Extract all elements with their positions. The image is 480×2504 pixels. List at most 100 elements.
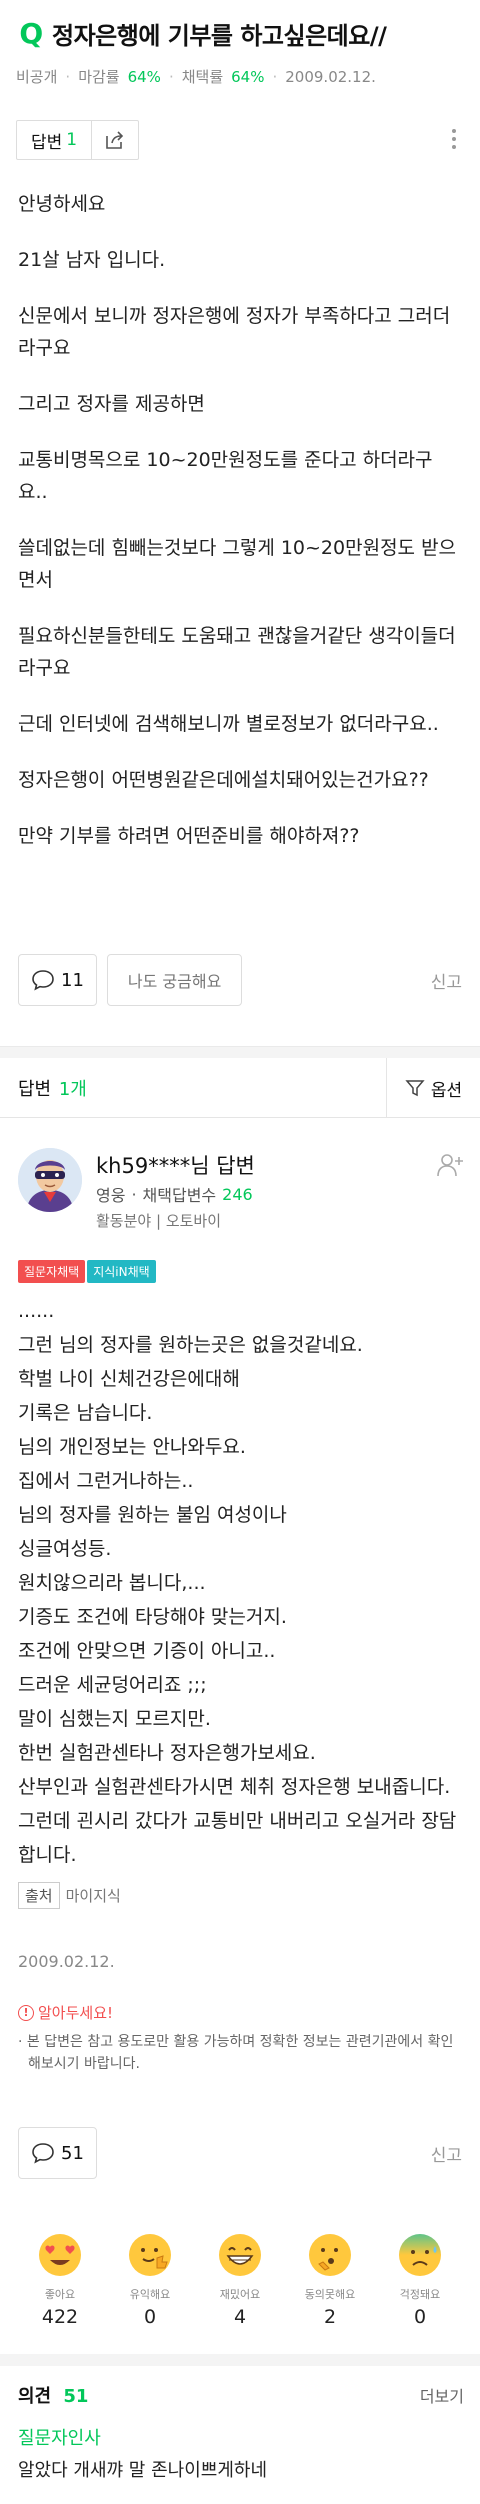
- opinions-label: 의견: [18, 2386, 52, 2407]
- reaction-count: 0: [143, 2306, 157, 2328]
- question-toolbar: 답변 1: [16, 118, 464, 162]
- heart-eyes-icon: [39, 2234, 81, 2276]
- meta-dot: ·: [65, 67, 71, 86]
- answer-body: ...... 그런 님의 정자를 원하는곳은 없을것같네요. 학벌 나이 신체건강은…: [18, 1294, 464, 1872]
- question-actions: 11 나도 궁금해요 신고: [18, 953, 462, 1007]
- answer-line: 기록은 남습니다.: [18, 1402, 153, 1424]
- share-button[interactable]: [92, 121, 138, 159]
- adopt-rate: 64%: [231, 67, 265, 86]
- opinions-count: 51: [63, 2386, 89, 2407]
- question-paragraph: 만약 기부를 하려면 어떤준비를 해야하져??: [18, 825, 360, 847]
- section-divider: [0, 2354, 480, 2366]
- notice-title-text: 알아두세요!: [38, 2004, 114, 2022]
- question-paragraph: 정자은행이 어떤병원같은데에설치돼어있는건가요??: [18, 769, 429, 791]
- answer-button[interactable]: 답변 1: [17, 121, 93, 159]
- reaction-count: 2: [323, 2306, 337, 2328]
- comment-text: 알았다 개새꺄 말 존나이쁘게하네: [18, 2460, 268, 2481]
- question-paragraph: 필요하신분들한테도 도움돼고 괜찮을거같단 생각이들더라구요: [18, 625, 456, 679]
- options-button[interactable]: 옵션: [386, 1058, 480, 1118]
- question-date: 2009.02.12.: [285, 67, 376, 86]
- notice-title: ! 알아두세요!: [18, 2002, 462, 2023]
- answer-line: 학벌 나이 신체건강은에대해: [18, 1368, 240, 1390]
- thumbs-up-face-icon: [129, 2234, 171, 2276]
- question-paragraph: 쓸데없는데 힘빼는것보다 그렇게 10~20만원정도 받으면서: [18, 537, 457, 591]
- adopt-count: 246: [222, 1184, 253, 1204]
- answer-line: 원치않으리라 봅니다,...: [18, 1572, 206, 1594]
- reaction-like[interactable]: 좋아요 422: [20, 2232, 100, 2328]
- answer-actions: 51 신고: [18, 2126, 462, 2180]
- avatar[interactable]: [18, 1148, 82, 1212]
- reaction-label: 걱정돼요: [399, 2288, 441, 2301]
- question-paragraph: 근데 인터넷에 검색해보니까 별로정보가 없더라구요..: [18, 713, 439, 735]
- question-paragraph: 교통비명목으로 10~20만원정도를 준다고 하더라구요..: [18, 449, 433, 503]
- filter-icon: [405, 1080, 425, 1097]
- source-label: 출처: [18, 1882, 60, 1909]
- answer-share-group: 답변 1: [16, 120, 140, 160]
- notice-box: ! 알아두세요! · 본 답변은 참고 용도로만 활용 가능하며 정확한 정보는…: [18, 2002, 462, 2075]
- question-report-link[interactable]: 신고: [431, 968, 462, 993]
- reaction-worried[interactable]: 걱정돼요 0: [380, 2232, 460, 2328]
- opinions-header: 의견 51 더보기: [18, 2380, 464, 2410]
- question-body: 안녕하세요 21살 남자 입니다. 신문에서 보니까 정자은행에 정자가 부족하다고…: [18, 188, 462, 876]
- close-rate: 64%: [127, 67, 161, 86]
- question-header: Q 정자은행에 기부를 하고싶은데요//: [16, 16, 464, 51]
- section-divider: [0, 1046, 480, 1058]
- answer-line: 님의 정자를 원하는 불임 여성이나: [18, 1504, 287, 1526]
- reaction-count: 4: [233, 2306, 247, 2328]
- question-comment-button[interactable]: 11: [18, 954, 97, 1006]
- answer-comment-button[interactable]: 51: [18, 2127, 97, 2179]
- source-value: 마이지식: [65, 1887, 121, 1905]
- thinking-face-icon: [309, 2234, 351, 2276]
- meta-dot: ·: [168, 67, 174, 86]
- answer-button-label: 답변: [31, 132, 63, 153]
- answers-header: 답변 1개 옵션: [0, 1058, 480, 1118]
- alert-icon: !: [18, 2004, 34, 2021]
- opinions-title: 의견 51: [18, 2382, 88, 2408]
- reaction-label: 좋아요: [44, 2288, 76, 2301]
- answers-count: 1개: [58, 1078, 87, 1100]
- close-rate-label: 마감률: [78, 68, 120, 86]
- answer-count: 1: [66, 130, 78, 150]
- answer-report-link[interactable]: 신고: [431, 2141, 462, 2166]
- notice-text: · 본 답변은 참고 용도로만 활용 가능하며 정확한 정보는 관련기관에서 확…: [18, 2034, 454, 2072]
- grin-icon: [219, 2234, 261, 2276]
- opinions-more-link[interactable]: 더보기: [420, 2383, 464, 2407]
- reaction-disagree[interactable]: 동의못해요 2: [290, 2232, 370, 2328]
- reaction-funny[interactable]: 재밌어요 4: [200, 2232, 280, 2328]
- adopt-count-label: 채택답변수: [142, 1186, 217, 1205]
- answer-author[interactable]: kh59****님 답변: [96, 1150, 255, 1180]
- meta-dot: ·: [272, 67, 278, 86]
- answers-count-title: 답변 1개: [18, 1075, 87, 1101]
- info-dot: ·: [131, 1184, 137, 1204]
- answer-line: 님의 개인정보는 안나와두요.: [18, 1436, 246, 1458]
- visibility-label: 비공개: [16, 68, 58, 86]
- answer-line: 말이 심했는지 모르지만.: [18, 1708, 211, 1730]
- field-value[interactable]: 오토바이: [166, 1212, 221, 1230]
- question-paragraph: 그리고 정자를 제공하면: [18, 393, 205, 415]
- kin-choice-badge: 지식iN채택: [87, 1260, 156, 1283]
- question-paragraph: 신문에서 보니까 정자은행에 정자가 부족하다고 그러더라구요: [18, 305, 451, 359]
- me-too-curious-button[interactable]: 나도 궁금해요: [106, 954, 243, 1006]
- adopt-rate-label: 채택률: [181, 68, 224, 86]
- worried-face-icon: [399, 2234, 441, 2276]
- comment-icon: [32, 970, 54, 991]
- reaction-bar: 좋아요 422 유익해요 0 재밌어요 4 동의못해요 2 걱정돼요 0: [20, 2232, 460, 2328]
- asker-choice-badge: 질문자채택: [18, 1260, 86, 1283]
- more-options-icon[interactable]: [444, 124, 464, 154]
- question-title: Q 정자은행에 기부를 하고싶은데요//: [16, 16, 464, 51]
- answer-line: 집에서 그런거나하는..: [18, 1470, 194, 1492]
- author-field: 활동분야 | 오토바이: [96, 1210, 221, 1231]
- options-label: 옵션: [430, 1080, 463, 1101]
- share-icon: [106, 131, 124, 149]
- follow-user-button[interactable]: [436, 1152, 464, 1178]
- reaction-label: 동의못해요: [304, 2288, 356, 2301]
- answer-line: 그런 님의 정자를 원하는곳은 없을것같네요.: [18, 1334, 363, 1356]
- answer-line: 산부인과 실험관센타가시면 체취 정자은행 보내줍니다.: [18, 1776, 451, 1798]
- field-label: 활동분야: [96, 1212, 152, 1230]
- reaction-useful[interactable]: 유익해요 0: [110, 2232, 190, 2328]
- answer-comment-count: 51: [61, 2142, 84, 2164]
- comment-author[interactable]: 질문자인사: [18, 2424, 101, 2450]
- reaction-label: 재밌어요: [219, 2288, 261, 2301]
- answer-line: 드러운 세균덩어리죠 ;;;: [18, 1674, 207, 1696]
- comment-icon: [32, 2143, 54, 2164]
